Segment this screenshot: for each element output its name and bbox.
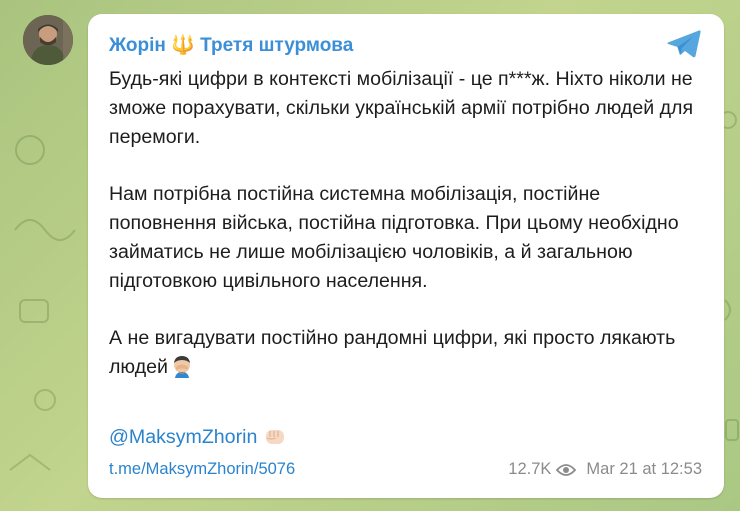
message-paragraph-2: Нам потрібна постійна системна мобілізац… <box>109 183 679 292</box>
view-count: 12.7K <box>508 460 552 478</box>
channel-avatar[interactable] <box>23 15 73 65</box>
channel-name[interactable]: Жорін 🔱 Третя штурмова <box>109 33 353 57</box>
facepalm-emoji <box>173 355 190 378</box>
message-paragraph-3: А не вигадувати постійно рандомні цифри,… <box>109 324 709 382</box>
eye-icon <box>556 463 577 476</box>
message-bubble: Жорін 🔱 Третя штурмова Будь-які цифри в … <box>88 14 724 498</box>
author-handle-link[interactable]: @MaksymZhorin <box>109 426 257 448</box>
author-handle-line: @MaksymZhorin <box>109 424 287 449</box>
channel-name-unit: Третя штурмова <box>200 35 354 56</box>
telegram-logo-icon[interactable] <box>666 28 702 60</box>
fist-emoji <box>266 430 285 444</box>
post-link[interactable]: t.me/MaksymZhorin/5076 <box>109 460 295 479</box>
message-text: Будь-які цифри в контексті мобілізації -… <box>109 65 709 382</box>
message-meta: 12.7K Mar 21 at 12:53 <box>508 460 702 479</box>
message-paragraph-1: Будь-які цифри в контексті мобілізації -… <box>109 68 694 148</box>
channel-name-primary: Жорін <box>109 35 166 56</box>
channel-name-separator: 🔱 <box>171 35 195 56</box>
message-timestamp: Mar 21 at 12:53 <box>586 460 702 478</box>
